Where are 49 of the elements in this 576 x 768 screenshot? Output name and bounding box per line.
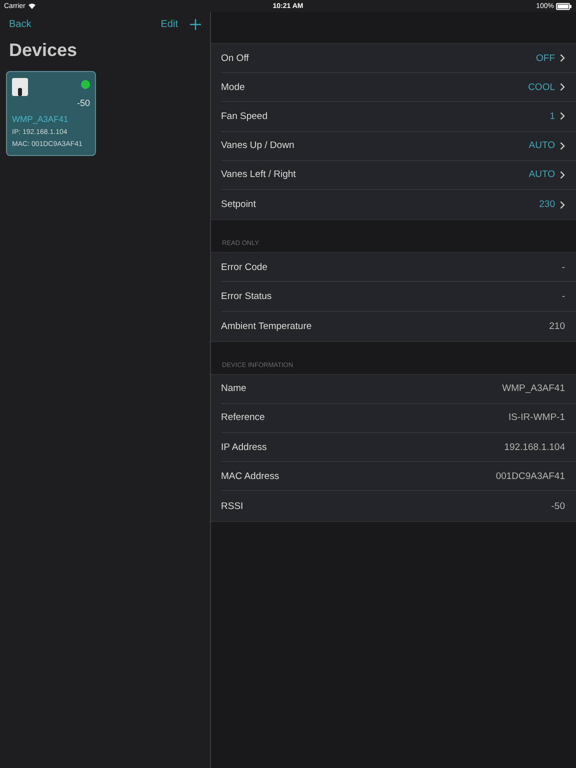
row-label: On Off (221, 52, 249, 64)
row-value: OFF (536, 52, 555, 64)
chevron-icon (560, 170, 565, 179)
row-value: 210 (549, 320, 565, 332)
signal-value: -50 (76, 98, 90, 108)
row-value: COOL (528, 82, 555, 93)
chevron-icon (560, 83, 565, 92)
row-label: Mode (221, 82, 245, 93)
row-value: AUTO (528, 140, 555, 152)
page-title: Devices (9, 40, 78, 61)
wifi-icon (28, 3, 36, 9)
settings-row[interactable]: Mode COOL (221, 73, 576, 102)
row-value: 230 (539, 199, 555, 210)
row-value: - (562, 290, 565, 302)
battery-icon (556, 2, 572, 10)
device-icon (12, 78, 28, 96)
add-icon[interactable] (190, 18, 201, 30)
row-label: Vanes Left / Right (221, 169, 296, 180)
row-value: AUTO (528, 169, 555, 180)
row-label: Name (221, 383, 246, 394)
settings-row[interactable]: Vanes Left / Right AUTO (221, 160, 576, 190)
settings-row[interactable]: Setpoint 230 (221, 190, 576, 220)
row-label: Vanes Up / Down (221, 140, 294, 152)
row-value: IS-IR-WMP-1 (508, 412, 565, 424)
device-name: WMP_A3AF41 (12, 114, 70, 124)
row-label: IP Address (221, 442, 267, 453)
row-value: WMP_A3AF41 (502, 383, 565, 394)
row-label: Setpoint (221, 199, 256, 210)
row-label: Fan Speed (221, 110, 268, 122)
row-label: Reference (221, 412, 265, 424)
row-value: - (562, 262, 565, 273)
row-label: RSSI (221, 500, 244, 512)
edit-button[interactable]: Edit (160, 18, 178, 30)
chevron-icon (560, 112, 565, 120)
row-value: 001DC9A3AF41 (496, 470, 565, 482)
row-label: Error Status (221, 290, 272, 302)
settings-row[interactable]: On Off OFF (221, 44, 576, 74)
chevron-icon (560, 54, 565, 62)
back-button[interactable]: Back (9, 18, 32, 30)
row-value: 192.168.1.104 (504, 442, 565, 453)
chevron-icon (560, 142, 565, 150)
settings-row[interactable]: Fan Speed 1 (221, 102, 576, 132)
row-label: Ambient Temperature (221, 320, 312, 332)
row-value: 1 (550, 110, 555, 122)
row-label: Error Code (221, 262, 268, 273)
chevron-icon (560, 200, 565, 209)
row-label: MAC Address (221, 470, 280, 482)
settings-row[interactable]: Vanes Up / Down AUTO (221, 132, 576, 161)
row-value: -50 (551, 500, 565, 512)
